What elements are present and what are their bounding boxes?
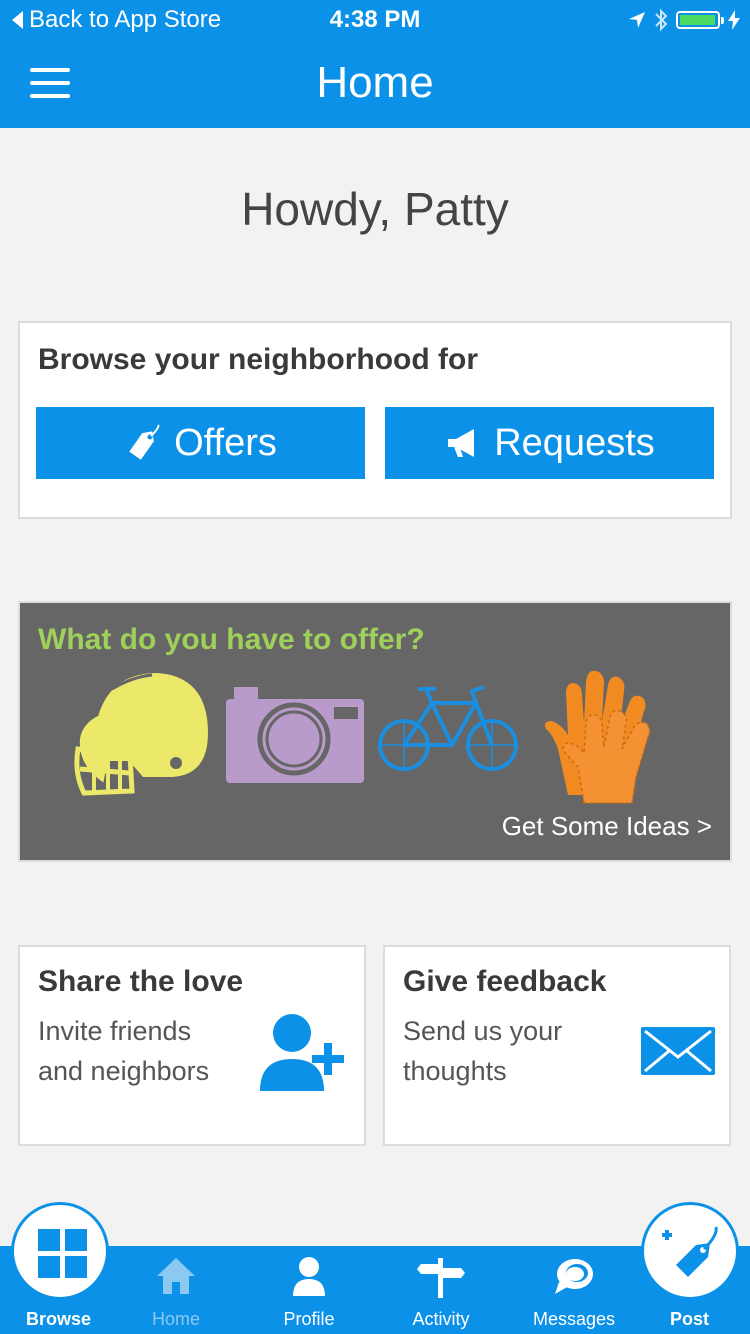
signpost-icon: [417, 1258, 465, 1298]
add-tag-icon: [662, 1226, 718, 1277]
give-feedback-card[interactable]: Give feedback Send us your thoughts: [383, 945, 731, 1146]
feedback-title: Give feedback: [403, 965, 607, 998]
browse-tab-button[interactable]: [11, 1202, 109, 1300]
offers-label: Offers: [174, 421, 277, 464]
post-tab-button[interactable]: [641, 1202, 739, 1300]
football-helmet-icon: [74, 672, 209, 796]
megaphone-icon: [448, 429, 475, 457]
grid-icon: [38, 1229, 87, 1278]
battery-icon: [676, 11, 724, 29]
person-icon: [293, 1257, 325, 1296]
requests-label: Requests: [494, 421, 655, 464]
tab-activity-label: Activity: [412, 1309, 470, 1329]
location-icon: [629, 12, 645, 28]
requests-button[interactable]: Requests: [385, 407, 714, 479]
share-the-love-card[interactable]: Share the love Invite friends and neighb…: [18, 945, 366, 1146]
tab-home[interactable]: Home: [136, 1246, 216, 1334]
offers-button[interactable]: Offers: [36, 407, 365, 479]
feedback-description: Send us your thoughts: [403, 1016, 563, 1086]
share-description: Invite friends and neighbors: [38, 1016, 210, 1086]
house-icon: [157, 1258, 195, 1294]
tag-icon: [129, 424, 160, 460]
browse-heading: Browse your neighborhood for: [38, 343, 478, 376]
envelope-icon: [641, 1027, 715, 1075]
status-bar: Back to App Store 4:38 PM: [0, 0, 750, 40]
status-icons: [628, 8, 740, 32]
tab-browse-label[interactable]: Browse: [26, 1309, 91, 1330]
tab-activity[interactable]: Activity: [398, 1246, 484, 1334]
tab-post-label[interactable]: Post: [670, 1309, 709, 1330]
gloves-icon: [544, 670, 651, 804]
page-title: Home: [316, 58, 434, 107]
tab-profile[interactable]: Profile: [266, 1246, 352, 1334]
tab-profile-label: Profile: [283, 1309, 335, 1329]
add-friend-icon: [260, 1014, 344, 1091]
tab-bar: Home Profile Activity Messages Browse Po…: [0, 1246, 750, 1334]
offer-ideas-banner[interactable]: What do you have to offer? Get Some Idea…: [18, 601, 732, 862]
browse-card: Browse your neighborhood for Offers Requ…: [18, 321, 732, 519]
tab-messages-label: Messages: [532, 1309, 616, 1329]
bicycle-icon: [378, 685, 518, 771]
offer-question: What do you have to offer?: [38, 623, 425, 656]
camera-icon: [226, 687, 364, 783]
get-some-ideas-link[interactable]: Get Some Ideas >: [502, 811, 712, 842]
tab-messages[interactable]: Messages: [524, 1246, 624, 1334]
bluetooth-icon: [655, 8, 668, 32]
charging-icon: [728, 10, 740, 30]
share-title: Share the love: [38, 965, 244, 998]
tab-home-label: Home: [151, 1309, 200, 1329]
chat-bubble-icon: [555, 1259, 593, 1294]
greeting: Howdy, Patty: [241, 183, 509, 235]
top-bar: Back to App Store 4:38 PM Home: [0, 0, 750, 128]
